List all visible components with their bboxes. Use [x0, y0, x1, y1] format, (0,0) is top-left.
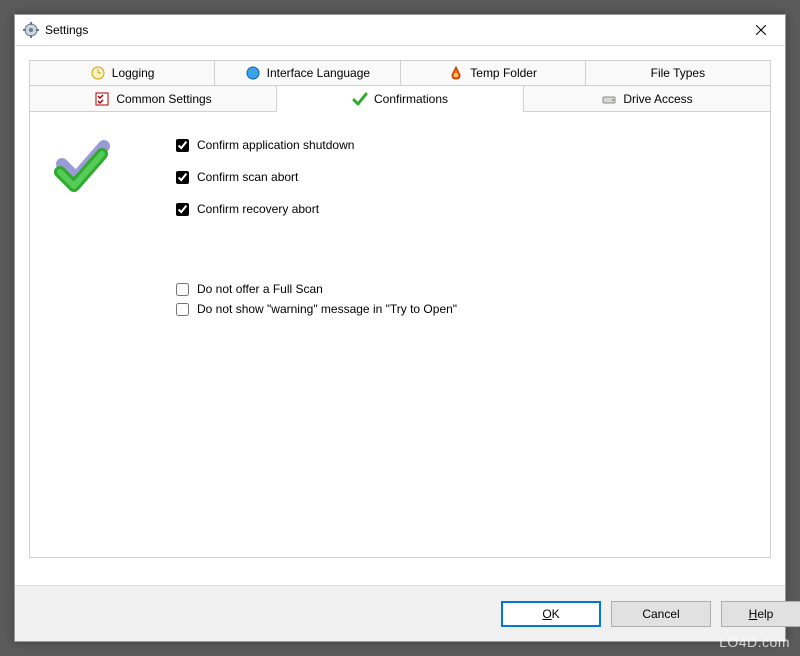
checkbox-label: Do not show "warning" message in "Try to…: [197, 302, 457, 316]
globe-icon: [245, 65, 261, 81]
checkbox-label: Confirm scan abort: [197, 170, 298, 184]
checkbox-label: Confirm application shutdown: [197, 138, 354, 152]
additional-options: Do not offer a Full Scan Do not show "wa…: [176, 282, 457, 316]
tab-drive-access[interactable]: Drive Access: [523, 86, 771, 112]
tab-confirmations[interactable]: Confirmations: [276, 86, 523, 112]
tab-label: Common Settings: [116, 92, 211, 106]
checkbox-label: Confirm recovery abort: [197, 202, 319, 216]
btn-text: elp: [757, 607, 773, 621]
tab-label: File Types: [651, 66, 705, 80]
tab-common-settings[interactable]: Common Settings: [29, 86, 276, 112]
btn-accel: H: [749, 607, 758, 621]
cancel-button[interactable]: Cancel: [611, 601, 711, 627]
tab-row-top: Logging Interface Language Temp Folder F…: [29, 60, 771, 86]
help-button[interactable]: Help: [721, 601, 800, 627]
tab-interface-language[interactable]: Interface Language: [214, 60, 399, 86]
checkbox-input[interactable]: [176, 203, 189, 216]
settings-window: Settings Logging: [14, 14, 786, 642]
tab-temp-folder[interactable]: Temp Folder: [400, 60, 585, 86]
dialog-body: Logging Interface Language Temp Folder F…: [15, 46, 785, 641]
checkbox-no-full-scan[interactable]: Do not offer a Full Scan: [176, 282, 457, 296]
window-title: Settings: [45, 23, 738, 37]
confirmation-options: Confirm application shutdown Confirm sca…: [176, 138, 354, 216]
titlebar: Settings: [15, 15, 785, 46]
btn-text: K: [552, 607, 560, 621]
close-icon: [756, 25, 766, 35]
checkbox-label: Do not offer a Full Scan: [197, 282, 323, 296]
tab-label: Logging: [112, 66, 155, 80]
tab-label: Temp Folder: [470, 66, 537, 80]
tab-row-bottom: Common Settings Confirmations Drive Acce…: [29, 86, 771, 112]
tab-label: Confirmations: [374, 92, 448, 106]
checkbox-input[interactable]: [176, 139, 189, 152]
tab-file-types[interactable]: File Types: [585, 60, 771, 86]
check-icon: [352, 91, 368, 107]
drive-icon: [601, 91, 617, 107]
ok-button[interactable]: OK: [501, 601, 601, 627]
checkbox-confirm-recovery-abort[interactable]: Confirm recovery abort: [176, 202, 354, 216]
tab-label: Drive Access: [623, 92, 692, 106]
btn-text: Cancel: [642, 607, 679, 621]
checkbox-input[interactable]: [176, 283, 189, 296]
dialog-footer: OK Cancel Help: [15, 585, 785, 641]
checkbox-confirm-shutdown[interactable]: Confirm application shutdown: [176, 138, 354, 152]
tab-content-confirmations: Confirm application shutdown Confirm sca…: [29, 112, 771, 558]
close-button[interactable]: [738, 16, 783, 45]
checkbox-input[interactable]: [176, 303, 189, 316]
checkbox-confirm-scan-abort[interactable]: Confirm scan abort: [176, 170, 354, 184]
clock-icon: [90, 65, 106, 81]
temp-icon: [448, 65, 464, 81]
checklist-icon: [94, 91, 110, 107]
tab-label: Interface Language: [267, 66, 370, 80]
tab-logging[interactable]: Logging: [29, 60, 214, 86]
checkbox-no-warning-try-open[interactable]: Do not show "warning" message in "Try to…: [176, 302, 457, 316]
checkbox-input[interactable]: [176, 171, 189, 184]
app-icon: [23, 22, 39, 38]
btn-accel: O: [542, 607, 551, 621]
confirmations-large-icon: [52, 136, 116, 200]
